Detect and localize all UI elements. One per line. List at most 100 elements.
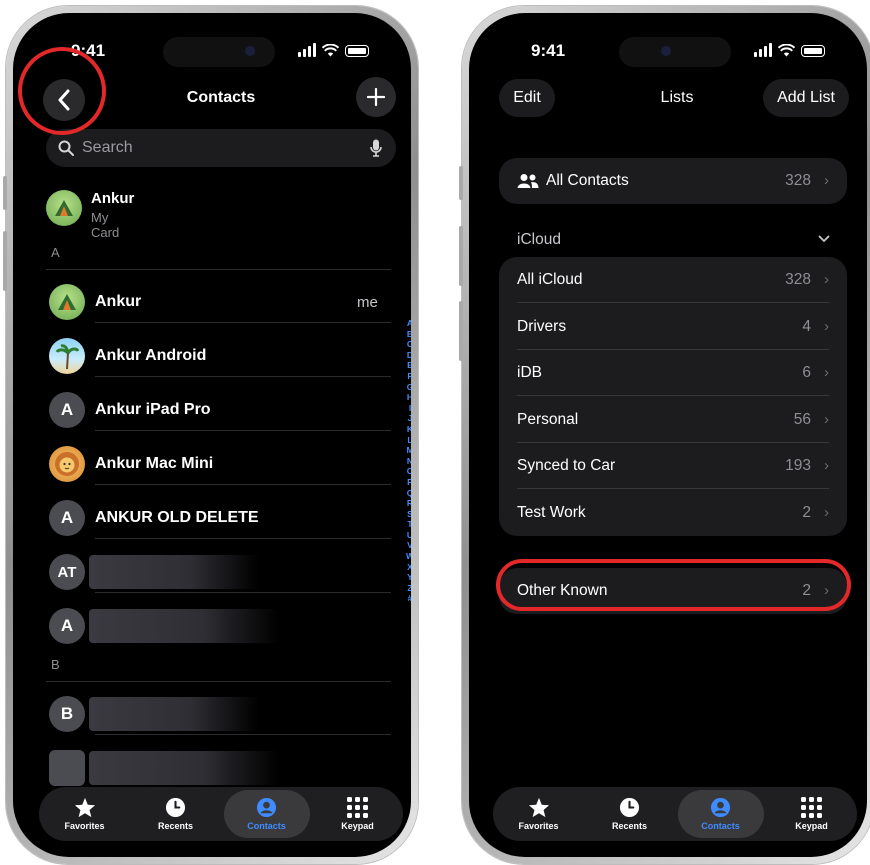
section-header-a: A bbox=[51, 245, 60, 260]
chevron-down-icon[interactable] bbox=[818, 235, 830, 243]
status-time: 9:41 bbox=[531, 41, 566, 60]
list-count: 56 bbox=[793, 410, 811, 428]
index-letter[interactable]: Q bbox=[407, 488, 411, 499]
divider bbox=[95, 734, 391, 735]
index-letter[interactable]: C bbox=[407, 339, 411, 350]
index-letter[interactable]: F bbox=[407, 371, 411, 382]
search-placeholder: Search bbox=[82, 139, 133, 156]
list-count: 6 bbox=[802, 364, 811, 381]
index-letter[interactable]: H bbox=[407, 392, 411, 403]
index-letter[interactable]: P bbox=[407, 477, 411, 488]
redacted-name bbox=[89, 609, 279, 643]
action-button bbox=[459, 166, 463, 200]
index-letter[interactable]: Z bbox=[407, 583, 411, 594]
chevron-right-icon: › bbox=[824, 172, 829, 189]
index-letter[interactable]: L bbox=[407, 435, 411, 446]
contact-row[interactable]: Ankur Mac Mini bbox=[13, 437, 391, 491]
person-icon bbox=[256, 797, 277, 818]
tab-keypad[interactable]: Keypad bbox=[315, 790, 401, 838]
tab-contacts[interactable]: Contacts bbox=[223, 790, 310, 838]
mic-icon[interactable] bbox=[370, 139, 382, 157]
index-letter[interactable]: I bbox=[409, 403, 411, 414]
contact-row[interactable]: Ankur me bbox=[13, 275, 411, 329]
add-list-button[interactable]: Add List bbox=[763, 79, 849, 117]
index-letter[interactable]: Y bbox=[407, 572, 411, 583]
contact-row[interactable]: B bbox=[13, 687, 391, 741]
tab-favorites[interactable]: Favorites bbox=[496, 790, 582, 838]
contact-row[interactable]: A ANKUR OLD DELETE bbox=[13, 491, 391, 545]
tab-label: Contacts bbox=[247, 821, 286, 831]
initials-avatar: A bbox=[49, 392, 85, 428]
contact-name: Ankur bbox=[95, 293, 142, 310]
contact-row[interactable]: A Ankur iPad Pro bbox=[13, 383, 391, 437]
list-row[interactable]: Drivers 4 › bbox=[499, 304, 847, 350]
list-row[interactable]: All iCloud 328 › bbox=[499, 257, 847, 303]
tab-label: Recents bbox=[157, 821, 193, 831]
add-contact-button[interactable] bbox=[356, 77, 396, 117]
contact-row[interactable]: Ankur Android bbox=[13, 329, 391, 383]
clock-icon bbox=[165, 797, 186, 818]
list-row[interactable]: Synced to Car 193 › bbox=[499, 443, 847, 489]
tab-recents[interactable]: Recents bbox=[587, 790, 673, 838]
index-letter[interactable]: G bbox=[407, 382, 411, 393]
right-screen: 9:41 Edit Lists Add List All Contacts 32… bbox=[469, 13, 867, 857]
index-letter[interactable]: T bbox=[407, 519, 411, 530]
initials-avatar: A bbox=[49, 500, 85, 536]
highlight-pill-other-known bbox=[496, 559, 851, 611]
tab-contacts[interactable]: Contacts bbox=[677, 790, 764, 838]
redacted-name bbox=[89, 751, 279, 785]
list-row[interactable]: Personal 56 › bbox=[499, 397, 847, 443]
index-letter[interactable]: K bbox=[407, 424, 411, 435]
all-contacts-count: 328 bbox=[785, 172, 811, 189]
index-letter[interactable]: N bbox=[407, 456, 411, 467]
index-letter[interactable]: J bbox=[408, 413, 411, 424]
chevron-right-icon: › bbox=[824, 457, 829, 474]
search-field[interactable]: Search bbox=[46, 129, 396, 167]
index-letter[interactable]: M bbox=[406, 445, 411, 456]
redacted-name bbox=[89, 697, 259, 731]
tab-label: Keypad bbox=[795, 821, 828, 831]
index-letter[interactable]: D bbox=[407, 350, 411, 361]
star-icon bbox=[74, 797, 95, 818]
divider bbox=[46, 681, 391, 682]
index-letter[interactable]: R bbox=[407, 498, 411, 509]
contact-row[interactable]: AT bbox=[13, 545, 391, 599]
alphabet-index[interactable]: ABCDEFGHIJKLMNOPQRSTUVWXYZ# bbox=[404, 318, 411, 604]
list-row[interactable]: Test Work 2 › bbox=[499, 490, 847, 536]
tab-label: Favorites bbox=[64, 821, 105, 831]
campfire-avatar bbox=[46, 190, 82, 226]
wifi-icon bbox=[778, 44, 795, 57]
initials-avatar: B bbox=[49, 696, 85, 732]
index-letter[interactable]: O bbox=[407, 466, 411, 477]
index-letter[interactable]: E bbox=[407, 360, 411, 371]
all-contacts-row[interactable]: All Contacts 328 › bbox=[499, 158, 847, 204]
icloud-lists-group: All iCloud 328 › Drivers 4 › iDB 6 › Per… bbox=[499, 257, 847, 536]
list-count: 4 bbox=[802, 317, 811, 335]
index-letter[interactable]: # bbox=[408, 593, 411, 604]
index-letter[interactable]: B bbox=[407, 329, 411, 340]
tab-keypad[interactable]: Keypad bbox=[769, 790, 855, 838]
index-letter[interactable]: U bbox=[407, 530, 411, 541]
chevron-right-icon: › bbox=[824, 317, 829, 335]
list-row[interactable]: iDB 6 › bbox=[499, 350, 847, 396]
initials-avatar: AT bbox=[49, 554, 85, 590]
section-header-b: B bbox=[51, 657, 60, 672]
all-contacts-label: All Contacts bbox=[546, 172, 629, 189]
contact-row[interactable]: A bbox=[13, 599, 391, 653]
icloud-section-header: iCloud bbox=[517, 231, 561, 248]
index-letter[interactable]: X bbox=[407, 562, 411, 573]
index-letter[interactable]: A bbox=[407, 318, 411, 329]
tab-label: Favorites bbox=[518, 821, 559, 831]
contact-name: Ankur Mac Mini bbox=[95, 455, 214, 472]
index-letter[interactable]: W bbox=[406, 551, 411, 562]
tab-favorites[interactable]: Favorites bbox=[42, 790, 128, 838]
index-letter[interactable]: S bbox=[407, 509, 411, 520]
left-phone-frame: 9:41 Contacts Search Ankur My Card A Ank… bbox=[3, 6, 418, 864]
dynamic-island bbox=[619, 37, 731, 67]
divider bbox=[95, 322, 391, 323]
list-label: All iCloud bbox=[517, 271, 583, 288]
photo-avatar bbox=[49, 750, 85, 786]
tab-recents[interactable]: Recents bbox=[133, 790, 219, 838]
edit-button[interactable]: Edit bbox=[499, 79, 555, 117]
index-letter[interactable]: V bbox=[407, 540, 411, 551]
